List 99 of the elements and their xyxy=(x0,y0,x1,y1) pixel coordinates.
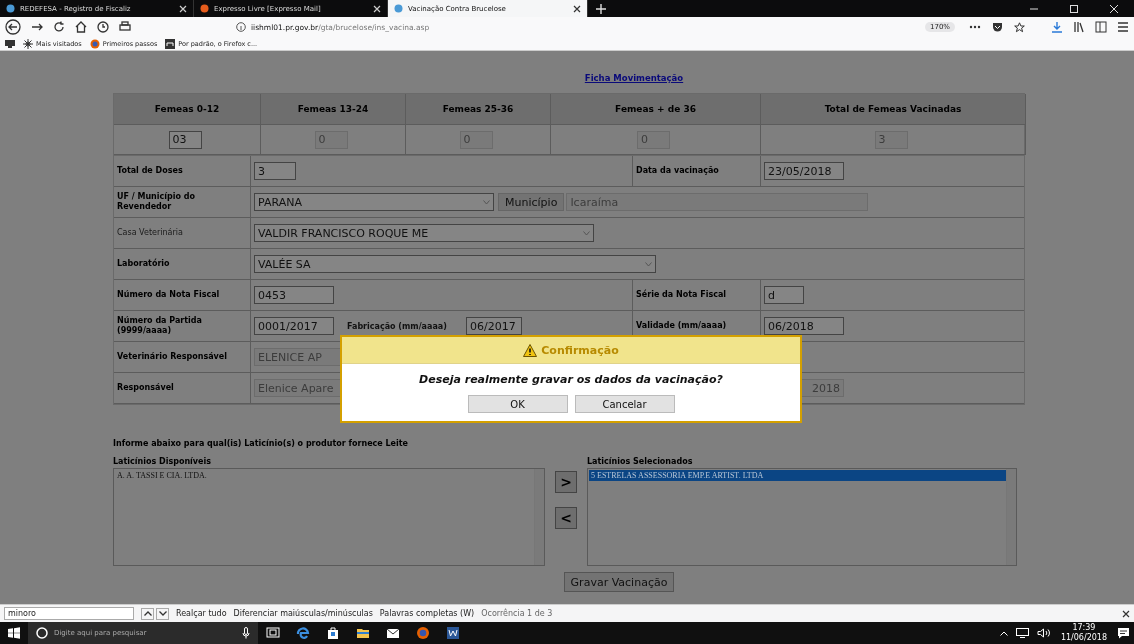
page-icon xyxy=(200,4,209,13)
list-heading: Laticínios Disponíveis xyxy=(113,457,212,468)
find-option[interactable]: Palavras completas (W) xyxy=(379,609,475,618)
input-field[interactable]: 03 xyxy=(168,130,202,149)
clock-icon xyxy=(96,21,110,33)
page-link[interactable]: Ficha Movimentação xyxy=(584,73,684,87)
download-icon xyxy=(1050,21,1064,33)
back-icon xyxy=(4,19,22,35)
pocket-icon xyxy=(992,22,1003,32)
dialog-message: Deseja realmente gravar os dados da vacinação? xyxy=(419,373,723,386)
section-heading: Informe abaixo para qual(is) Laticínio(s) o produtor fornece Leite xyxy=(113,439,410,450)
move-button[interactable]: > xyxy=(555,471,577,493)
input-field[interactable]: 0453 xyxy=(254,286,334,304)
list-box[interactable]: A. A. TASSI E CIA. LTDA. xyxy=(113,468,545,566)
input-field[interactable]: 06/2017 xyxy=(466,317,522,335)
save-button[interactable]: Gravar Vacinação xyxy=(563,572,675,592)
page-icon xyxy=(394,4,403,13)
mail-icon xyxy=(386,626,400,640)
restore-icon xyxy=(1069,3,1079,14)
column-header: Total de Femeas Vacinadas xyxy=(761,94,1026,125)
folder-icon xyxy=(356,626,370,640)
close-icon xyxy=(573,4,581,13)
library-icon xyxy=(1072,21,1086,33)
find-option[interactable]: Realçar tudo xyxy=(176,609,227,618)
network-icon xyxy=(1015,628,1029,638)
microphone-icon xyxy=(242,627,250,639)
gear-icon xyxy=(23,38,33,49)
row-label: Série da Nota Fiscal xyxy=(633,280,761,310)
column-header: Femeas 0-12 xyxy=(114,94,261,125)
list-box[interactable]: 5 ESTRELAS ASSESSORIA EMP.E ARTIST. LTDA xyxy=(587,468,1017,566)
search-icon xyxy=(36,627,48,639)
warning-icon xyxy=(523,343,538,357)
row-label: Número da Nota Fiscal xyxy=(114,280,251,310)
speaker-icon xyxy=(1036,628,1051,638)
sidebar-icon xyxy=(1094,21,1108,33)
list-heading: Laticínios Selecionados xyxy=(587,457,694,468)
notification-icon xyxy=(1117,627,1130,639)
up-caret-icon xyxy=(141,607,154,620)
page-icon xyxy=(6,4,15,13)
globe-icon xyxy=(89,38,100,49)
close-icon xyxy=(1109,3,1119,14)
dropdown[interactable]: VALDIR FRANCISCO ROQUE ME xyxy=(254,224,594,242)
row-label: Veterinário Responsável xyxy=(114,342,251,372)
column-header: Femeas 25-36 xyxy=(406,94,551,125)
dropdown[interactable]: VALÉE SA xyxy=(254,255,656,273)
row-label: Responsável xyxy=(114,373,251,403)
municipio-button[interactable]: Município xyxy=(498,193,565,211)
row-label: Número da Partida (9999/aaaa) xyxy=(114,311,251,341)
row-label: UF / Município do Revendedor xyxy=(114,187,251,217)
caret-icon xyxy=(483,199,490,205)
input-field[interactable]: 0001/2017 xyxy=(254,317,334,335)
row-label: Casa Veterinária xyxy=(114,218,251,248)
firefox-icon xyxy=(416,626,430,640)
clock-time: 17:39 xyxy=(1072,623,1096,633)
move-button[interactable]: < xyxy=(555,507,577,529)
dropdown[interactable]: PARANA xyxy=(254,193,494,211)
caret-icon xyxy=(645,261,652,267)
dialog-button[interactable]: OK xyxy=(467,395,568,413)
forward-icon xyxy=(30,21,44,33)
screen-icon xyxy=(5,39,15,48)
row-label: Total de Doses xyxy=(114,156,251,186)
word-icon xyxy=(446,626,460,640)
star-icon xyxy=(1014,21,1025,33)
print-icon xyxy=(118,21,132,33)
edge-icon xyxy=(296,626,310,640)
minimize-icon xyxy=(1029,7,1039,10)
input-field[interactable]: 23/05/2018 xyxy=(764,162,844,180)
input-field[interactable]: 3 xyxy=(254,162,296,180)
task-view-icon xyxy=(266,626,280,640)
menu-icon xyxy=(1116,21,1130,33)
close-icon xyxy=(179,4,187,13)
reload-icon xyxy=(52,21,66,33)
info-icon xyxy=(236,22,246,32)
home-icon xyxy=(74,21,88,33)
find-option[interactable]: Diferenciar maiúsculas/minúsculas xyxy=(233,609,373,618)
dialog-button[interactable]: Cancelar xyxy=(574,395,675,413)
up-caret-icon xyxy=(999,630,1008,636)
list-option[interactable]: 5 ESTRELAS ASSESSORIA EMP.E ARTIST. LTDA xyxy=(589,470,1006,481)
field-label: Fabricação (mm/aaaa) xyxy=(346,320,448,333)
clock-date: 11/06/2018 xyxy=(1060,633,1107,643)
input-field[interactable]: d xyxy=(764,286,804,304)
scrollbar[interactable] xyxy=(1006,469,1016,565)
row-label: Data da vacinação xyxy=(633,156,761,186)
close-icon xyxy=(373,4,381,13)
find-field[interactable]: minoro xyxy=(4,607,134,620)
down-caret-icon xyxy=(156,607,169,620)
column-header: Femeas + de 36 xyxy=(551,94,761,125)
input-field[interactable]: 06/2018 xyxy=(764,317,844,335)
list-option[interactable]: A. A. TASSI E CIA. LTDA. xyxy=(115,470,534,481)
row-label: Laboratório xyxy=(114,249,251,279)
scrollbar[interactable] xyxy=(534,469,544,565)
store-icon xyxy=(326,626,340,640)
match-count: Ocorrência 1 de 3 xyxy=(481,609,553,618)
dialog-title: Confirmação xyxy=(541,343,619,357)
caret-icon xyxy=(583,230,590,236)
more-icon xyxy=(969,25,981,29)
input-field[interactable]: Icaraíma xyxy=(566,193,869,211)
close-icon xyxy=(1122,609,1130,618)
column-header: Femeas 13-24 xyxy=(261,94,406,125)
